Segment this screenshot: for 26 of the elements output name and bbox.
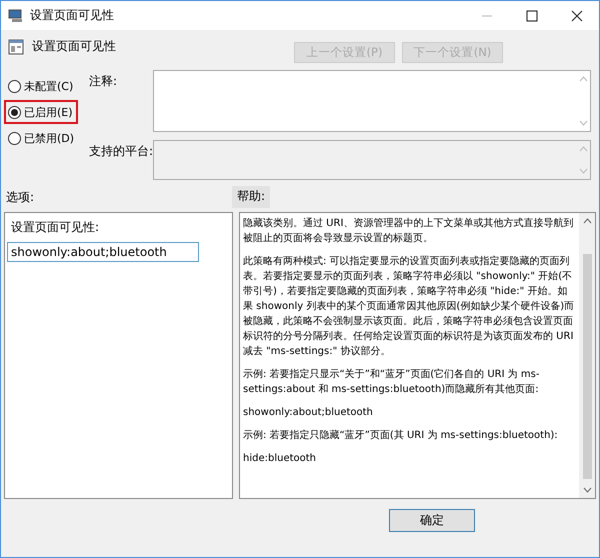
- radio-option[interactable]: 已启用(E): [6, 103, 73, 121]
- scroll-thumb[interactable]: [582, 254, 592, 479]
- option-label: 设置页面可见性:: [10, 219, 100, 236]
- scrollbar[interactable]: [579, 213, 595, 498]
- policy-icon: [8, 39, 24, 55]
- radio-option[interactable]: 未配置(C): [6, 77, 74, 95]
- help-paragraph: hide:bluetooth: [243, 452, 318, 466]
- help-paragraph: 隐藏该类别。通过 URI、资源管理器中的上下文菜单或其他方式直接导航到被阻止的页面将会导致显示设置的标题页。: [243, 216, 574, 246]
- field-label: 支持的平台:: [88, 143, 153, 160]
- computer-icon: [8, 8, 24, 22]
- input-field[interactable]: showonly:about;bluetooth: [7, 242, 199, 262]
- radio-option[interactable]: 已禁用(D): [6, 129, 74, 147]
- section-label: 帮助:: [232, 186, 270, 208]
- close-icon[interactable]: [571, 10, 583, 22]
- help-paragraph: 示例: 若要指定只显示“关于”和“蓝牙”页面(它们各自的 URI 为 ms-settings:about 和 ms-settings:bluetooth)而隐藏所有其他页面:: [243, 368, 540, 397]
- section-label: 选项:: [5, 188, 36, 206]
- help-paragraph: 示例: 若要指定只隐藏“蓝牙”页面(其 URI 为 ms-settings:bluetooth):: [243, 428, 559, 443]
- policy-title: 设置页面可见性: [32, 38, 116, 55]
- maximize-icon[interactable]: [526, 10, 538, 22]
- ok-button[interactable]: 确定: [389, 509, 475, 532]
- scroll-up-icon[interactable]: [582, 218, 592, 224]
- field-label: 注释:: [88, 73, 118, 90]
- help-paragraph: showonly:about;bluetooth: [243, 406, 374, 420]
- help-paragraph: 此策略有两种模式: 可以指定要显示的设置页面列表或指定要隐藏的页面列表。若要指定要显示的页面列表，策略字符串必须以 "showonly:" 开始(不带引号)，若要指定要隐藏的页面列表，策略字符串必须 "hide:" 开始。如果 showonly 列表中的某个页面通常因其他原因(例如缺少某个硬件设备)而被隐藏，此策略不会强制显示该页面。此后，策略字符串必须包含设置页面标识符的分号分隔列表。任何给定设置页面的标识符是为该页面发布的 URI 减去 "ms-settings:" 协议部分。: [243, 254, 576, 359]
- scroll-down-icon[interactable]: [582, 487, 592, 493]
- window-title: 设置页面可见性: [30, 7, 114, 24]
